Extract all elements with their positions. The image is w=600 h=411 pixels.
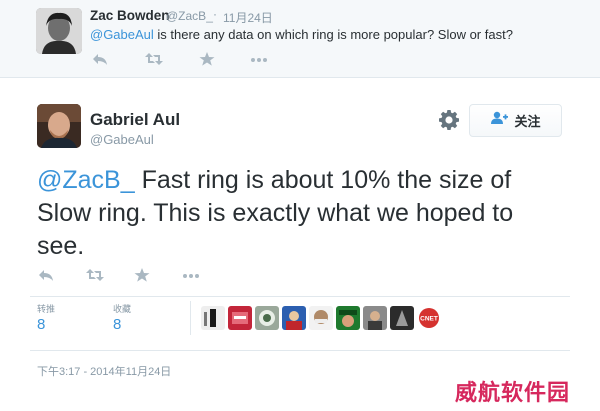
cnet-logo-text: CNET [420, 316, 438, 323]
follow-label: 关注 [514, 114, 541, 129]
retweet-icon[interactable] [145, 52, 163, 66]
follow-button[interactable]: 关注 [469, 104, 562, 137]
add-user-icon [490, 111, 509, 130]
watermark-text: 威航软件园 [455, 381, 571, 406]
retweet-icon[interactable] [86, 268, 104, 282]
parent-tweet: Zac Bowden @ZacB_ · 11月24日 @GabeAul is t… [0, 0, 600, 78]
main-author-handle[interactable]: @GabeAul [90, 132, 154, 147]
favoriters-avatars: CNET [201, 306, 441, 330]
divider [30, 296, 570, 297]
favoriter-avatar[interactable] [363, 306, 387, 330]
main-tweet-text: @ZacB_ Fast ring is about 10% the size o… [37, 164, 567, 263]
favoriter-avatar-cnet[interactable]: CNET [417, 306, 441, 330]
retweets-label: 转推 [37, 304, 56, 314]
parent-timestamp[interactable]: 11月24日 [223, 9, 273, 26]
retweets-count[interactable]: 8 [37, 316, 45, 333]
parent-author-name[interactable]: Zac Bowden [90, 8, 170, 23]
reply-icon[interactable] [92, 52, 108, 66]
main-avatar[interactable] [37, 104, 81, 148]
favoriter-avatar[interactable] [282, 306, 306, 330]
parent-tweet-body: is there any data on which ring is more … [153, 27, 513, 42]
parent-avatar[interactable] [36, 8, 82, 54]
favoriter-avatar[interactable] [201, 306, 225, 330]
favoriter-avatar[interactable] [309, 306, 333, 330]
parent-tweet-text: @GabeAul is there any data on which ring… [90, 27, 513, 42]
more-icon[interactable] [182, 268, 199, 282]
parent-author-handle[interactable]: @ZacB_ [166, 9, 213, 23]
main-author-name[interactable]: Gabriel Aul [90, 110, 180, 130]
favoriter-avatar[interactable] [390, 306, 414, 330]
main-mention-link[interactable]: @ZacB_ [37, 166, 135, 194]
favoriter-avatar[interactable] [255, 306, 279, 330]
favoriter-avatar[interactable] [336, 306, 360, 330]
tweet-timestamp[interactable]: 下午3:17 - 2014年11月24日 [37, 363, 171, 379]
reply-icon[interactable] [38, 268, 54, 282]
stats-divider [190, 301, 191, 335]
favorites-count[interactable]: 8 [113, 316, 121, 333]
more-icon[interactable] [250, 52, 267, 66]
parent-mention-link[interactable]: @GabeAul [90, 27, 154, 42]
favorite-icon[interactable] [199, 52, 215, 66]
divider [30, 350, 570, 351]
gear-icon[interactable] [438, 109, 460, 131]
separator-dot: · [213, 7, 217, 21]
favorite-icon[interactable] [134, 268, 150, 282]
favorites-label: 收藏 [113, 304, 132, 314]
favoriter-avatar[interactable] [228, 306, 252, 330]
